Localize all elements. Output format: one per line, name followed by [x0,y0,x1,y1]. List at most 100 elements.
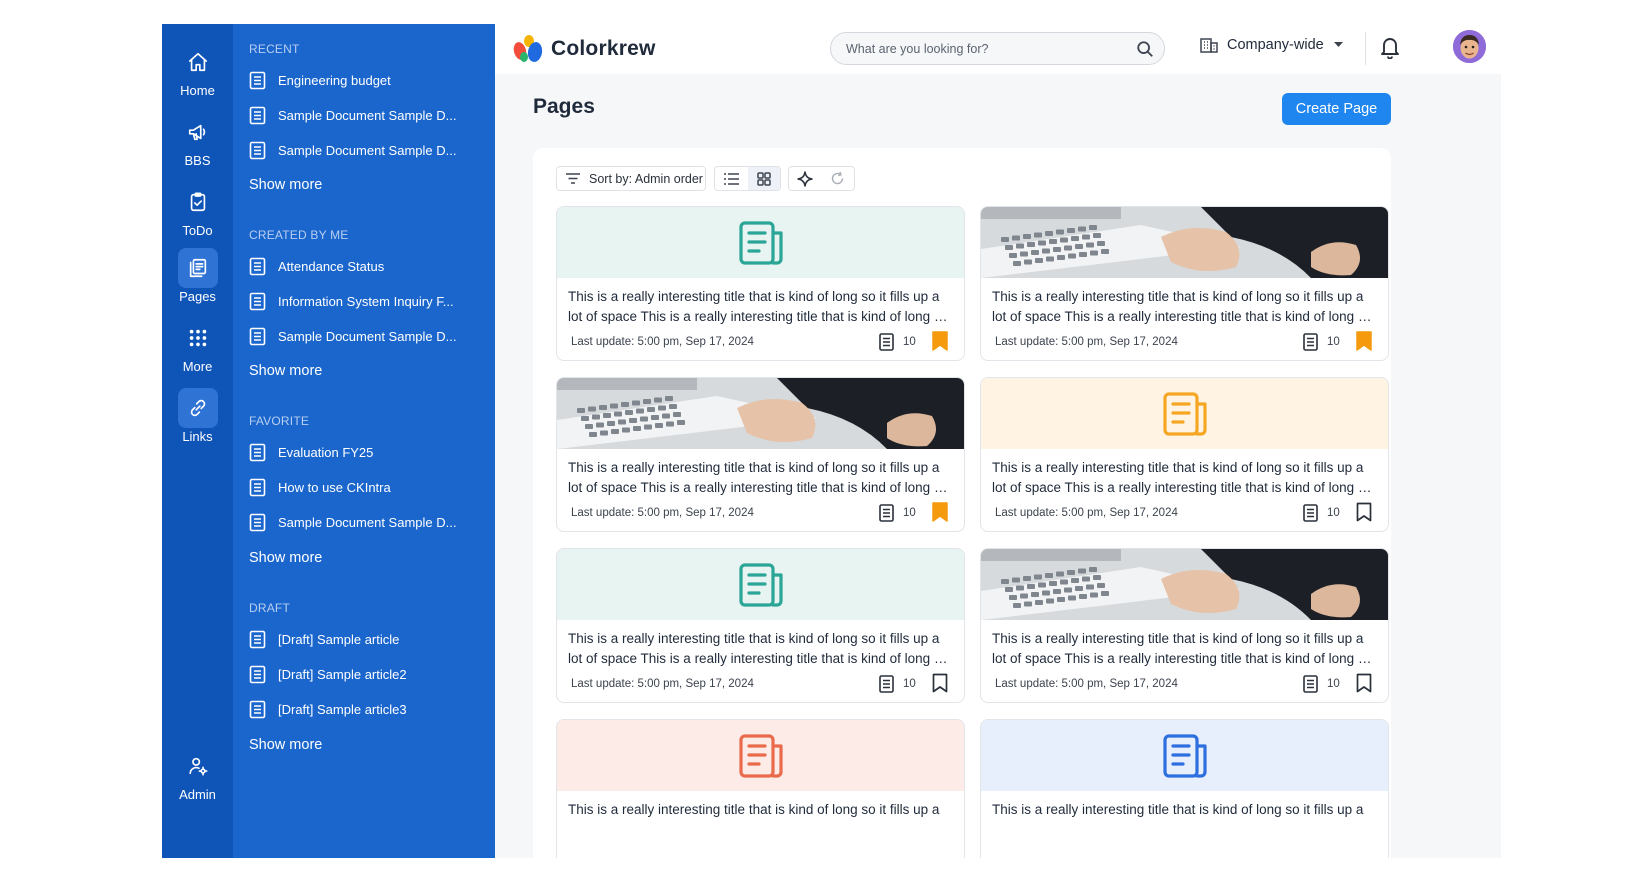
recent-item[interactable]: Engineering budget [249,67,485,93]
page-document-icon [1162,391,1207,436]
user-avatar[interactable] [1453,30,1486,63]
rail-item-pages[interactable]: Pages [162,248,233,314]
bookmark-outline-icon [1356,673,1372,693]
bookmark-outline-icon [1356,502,1372,522]
icon-rail: Home BBS ToDo Pages More Links Admin [162,24,233,858]
card-count-value: 10 [903,678,916,690]
card-thumbnail [981,378,1388,449]
card-last-update: Last update: 5:00 pm, Sep 17, 2024 [995,507,1178,519]
home-icon [178,42,218,82]
megaphone-icon [178,112,218,152]
created-item[interactable]: Information System Inquiry F... [249,288,485,314]
recent-item-label: Engineering budget [278,72,391,88]
card-thumbnail [557,549,964,620]
rail-item-bbs[interactable]: BBS [162,112,233,178]
rail-item-home[interactable]: Home [162,42,233,108]
tool-button-group [788,166,855,191]
rail-item-todo[interactable]: ToDo [162,182,233,248]
rail-label: BBS [184,153,211,168]
page-card[interactable]: This is a really interesting title that … [980,548,1389,703]
bookmark-filled-icon [1356,331,1372,351]
card-title: This is a really interesting title that … [992,460,1373,495]
show-more-recent[interactable]: Show more [249,177,322,193]
page-document-icon [738,733,783,778]
rail-label: Home [180,83,215,98]
created-item-label: Information System Inquiry F... [278,293,454,309]
card-thumbnail [981,549,1388,620]
favorite-item[interactable]: How to use CKIntra [249,474,485,500]
bookmark-button[interactable] [1356,502,1372,527]
card-count-value: 10 [1327,336,1340,348]
card-last-update: Last update: 5:00 pm, Sep 17, 2024 [571,507,754,519]
colorkrew-logo-icon [513,35,543,62]
favorite-item-label: Sample Document Sample D... [278,514,457,530]
created-item-label: Attendance Status [278,258,385,274]
favorite-item[interactable]: Evaluation FY25 [249,439,485,465]
show-more-favorite[interactable]: Show more [249,550,322,566]
company-scope-dropdown[interactable]: Company-wide [1200,37,1343,53]
page-card[interactable]: This is a really interesting title that … [980,719,1389,858]
page-card[interactable]: This is a really interesting title that … [556,206,965,361]
created-item[interactable]: Sample Document Sample D... [249,323,485,349]
bookmark-button[interactable] [932,502,948,527]
recent-item[interactable]: Sample Document Sample D... [249,137,485,163]
document-count-icon [1303,675,1318,693]
section-title-draft: DRAFT [249,601,290,615]
section-title-favorite: FAVORITE [249,414,310,428]
card-count-value: 10 [1327,678,1340,690]
bookmark-button[interactable] [1356,673,1372,698]
card-last-update: Last update: 5:00 pm, Sep 17, 2024 [571,336,754,348]
page-card[interactable]: This is a really interesting title that … [556,377,965,532]
page-card[interactable]: This is a really interesting title that … [980,206,1389,361]
page-title: Pages [533,95,595,118]
top-header: Colorkrew Company-wide [495,24,1501,74]
sort-dropdown[interactable]: Sort by: Admin order [556,166,706,191]
draft-item[interactable]: [Draft] Sample article3 [249,696,485,722]
bookmark-filled-icon [932,502,948,522]
document-icon [249,257,266,275]
favorite-item[interactable]: Sample Document Sample D... [249,509,485,535]
document-icon [249,630,266,648]
search-input[interactable] [846,41,1136,56]
page-card[interactable]: This is a really interesting title that … [556,548,965,703]
page-card[interactable]: This is a really interesting title that … [980,377,1389,532]
rail-label: Links [182,429,213,444]
recent-item-label: Sample Document Sample D... [278,107,457,123]
rail-item-more[interactable]: More [162,318,233,384]
card-title: This is a really interesting title that … [568,289,949,324]
bookmark-button[interactable] [932,331,948,356]
business-photo [981,549,1388,620]
bell-icon [1381,38,1399,60]
draft-item[interactable]: [Draft] Sample article [249,626,485,652]
bookmark-button[interactable] [1356,331,1372,356]
grid-view-button[interactable] [747,167,780,190]
search-box[interactable] [830,32,1165,65]
draft-item-label: [Draft] Sample article3 [278,701,407,717]
create-page-button[interactable]: Create Page [1282,93,1391,125]
rail-item-links[interactable]: Links [162,388,233,454]
page-card[interactable]: This is a really interesting title that … [556,719,965,858]
clipboard-check-icon [178,182,218,222]
card-title: This is a really interesting title that … [992,631,1373,666]
rail-item-admin[interactable]: Admin [162,746,233,812]
document-icon [249,665,266,683]
draft-item-label: [Draft] Sample article2 [278,666,407,682]
section-title-recent: RECENT [249,42,300,56]
brand-logo[interactable]: Colorkrew [511,32,656,66]
bookmark-button[interactable] [932,673,948,698]
list-view-button[interactable] [715,167,748,190]
notification-button[interactable] [1379,35,1401,64]
sparkle-button[interactable] [789,167,822,190]
created-item-label: Sample Document Sample D... [278,328,457,344]
card-page-count: 10 [1303,504,1340,522]
recent-item[interactable]: Sample Document Sample D... [249,102,485,128]
created-item[interactable]: Attendance Status [249,253,485,279]
card-thumbnail [981,207,1388,278]
refresh-button[interactable] [822,167,855,190]
show-more-created[interactable]: Show more [249,363,322,379]
draft-item[interactable]: [Draft] Sample article2 [249,661,485,687]
business-photo [557,378,964,449]
search-icon[interactable] [1136,40,1154,58]
show-more-draft[interactable]: Show more [249,737,322,753]
sort-label: Sort by: Admin order [589,171,703,186]
